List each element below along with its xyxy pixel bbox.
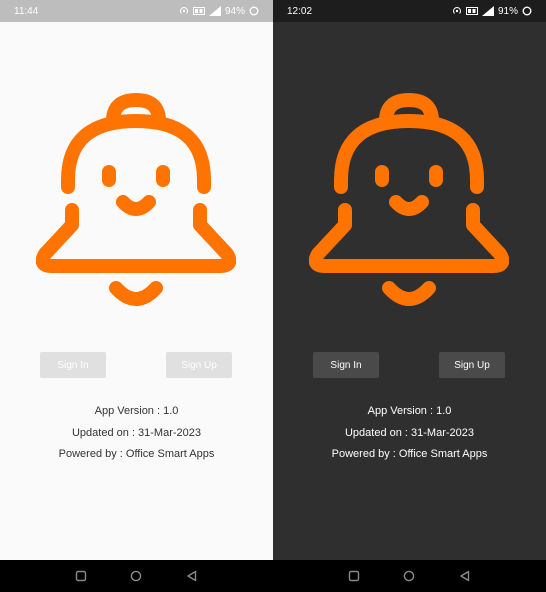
sign-in-button[interactable]: Sign In	[313, 352, 379, 378]
status-icons: 91%	[452, 6, 532, 17]
sign-up-button[interactable]: Sign Up	[439, 352, 505, 378]
home-circle-icon[interactable]	[403, 570, 415, 582]
hotspot-icon	[179, 7, 188, 14]
updated-on-text: Updated on : 31-Mar-2023	[71, 427, 202, 439]
app-version-text: App Version : 1.0	[94, 405, 179, 417]
navigation-bar	[0, 560, 546, 592]
status-time: 12:02	[287, 5, 313, 17]
volte-icon	[192, 7, 205, 15]
bell-face-icon	[309, 93, 509, 306]
recents-square-icon[interactable]	[348, 570, 360, 582]
signal-icon	[481, 6, 494, 16]
status-icons: 94%	[179, 6, 259, 17]
powered-by-text: Powered by : Office Smart Apps	[58, 448, 215, 460]
battery-ring-icon	[522, 6, 532, 16]
battery-percent: 91%	[497, 5, 518, 17]
back-triangle-icon[interactable]	[459, 570, 471, 582]
sign-in-button[interactable]: Sign In	[40, 352, 106, 378]
app-version-text: App Version : 1.0	[367, 405, 452, 417]
status-time: 11:44	[14, 5, 39, 17]
nav-bar-left	[0, 560, 273, 592]
bell-face-icon	[36, 93, 236, 306]
battery-percent: 94%	[224, 5, 245, 17]
signal-icon	[208, 6, 221, 16]
dark-screen: 12:02 91% Sign In Sign Up App Version: …	[273, 0, 546, 560]
nav-bar-right	[273, 560, 546, 592]
status-bar: 12:02 91%	[273, 0, 546, 22]
home-circle-icon[interactable]	[130, 570, 142, 582]
back-triangle-icon[interactable]	[186, 570, 198, 582]
volte-icon	[465, 7, 478, 15]
recents-square-icon[interactable]	[75, 570, 87, 582]
powered-by-text: Powered by : Office Smart Apps	[331, 448, 488, 460]
updated-on-text: Updated on : 31-Mar-2023	[344, 427, 475, 439]
sign-up-button[interactable]: Sign Up	[166, 352, 232, 378]
screens-container: 11:44 94% Sign In Sign Up App Version: …	[0, 0, 546, 560]
battery-ring-icon	[249, 6, 259, 16]
status-bar: 11:44 94%	[0, 0, 273, 22]
hotspot-icon	[452, 7, 461, 14]
light-screen: 11:44 94% Sign In Sign Up App Version: …	[0, 0, 273, 560]
